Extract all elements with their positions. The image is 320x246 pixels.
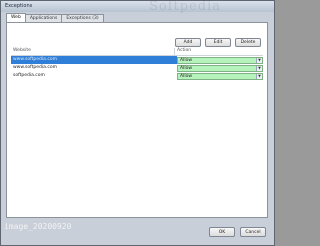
column-header-website[interactable]: Website bbox=[11, 48, 174, 55]
title-bar[interactable]: Exceptions bbox=[1, 1, 274, 12]
column-header-action[interactable]: Action bbox=[174, 48, 263, 55]
action-dropdown[interactable]: Allow ▼ bbox=[177, 72, 263, 80]
window-title: Exceptions bbox=[5, 3, 33, 9]
watermark-logo: Softpedia bbox=[149, 0, 222, 14]
edit-button[interactable]: Edit bbox=[205, 38, 231, 47]
action-value: Allow bbox=[180, 73, 193, 79]
chevron-down-icon[interactable]: ▼ bbox=[256, 65, 262, 71]
add-button[interactable]: Add bbox=[175, 38, 201, 47]
delete-button[interactable]: Delete bbox=[235, 38, 261, 47]
website-cell: softpedia.com bbox=[13, 73, 45, 78]
watermark-text: image_20200920 bbox=[4, 222, 72, 231]
chevron-down-icon[interactable]: ▼ bbox=[256, 57, 262, 63]
chevron-down-icon[interactable]: ▼ bbox=[256, 73, 262, 79]
image-id-watermark: image_20200920 bbox=[4, 222, 71, 231]
exceptions-window: Exceptions Softpedia Web Applications Ex… bbox=[0, 0, 275, 246]
website-cell: www.softpedia.com bbox=[11, 56, 177, 64]
action-value: Allow bbox=[180, 57, 193, 63]
table-header: Website Action bbox=[11, 48, 263, 56]
table-row[interactable]: www.softpedia.com Allow ▼ bbox=[11, 56, 263, 64]
table-row[interactable]: www.softpedia.com Allow ▼ bbox=[11, 64, 263, 72]
action-dropdown[interactable]: Allow ▼ bbox=[177, 64, 263, 72]
action-dropdown[interactable]: Allow ▼ bbox=[177, 56, 263, 64]
website-cell: www.softpedia.com bbox=[13, 65, 57, 70]
web-panel: Add Edit Delete Website Action www.softp… bbox=[6, 22, 268, 218]
table-row[interactable]: softpedia.com Allow ▼ bbox=[11, 72, 263, 80]
ok-button[interactable]: OK bbox=[209, 227, 235, 237]
toolbar: Add Edit Delete bbox=[175, 38, 261, 47]
cancel-button[interactable]: Cancel bbox=[240, 227, 266, 237]
action-value: Allow bbox=[180, 65, 193, 71]
dialog-buttons: OK Cancel bbox=[209, 227, 266, 237]
exceptions-table: Website Action www.softpedia.com Allow ▼… bbox=[11, 48, 263, 80]
